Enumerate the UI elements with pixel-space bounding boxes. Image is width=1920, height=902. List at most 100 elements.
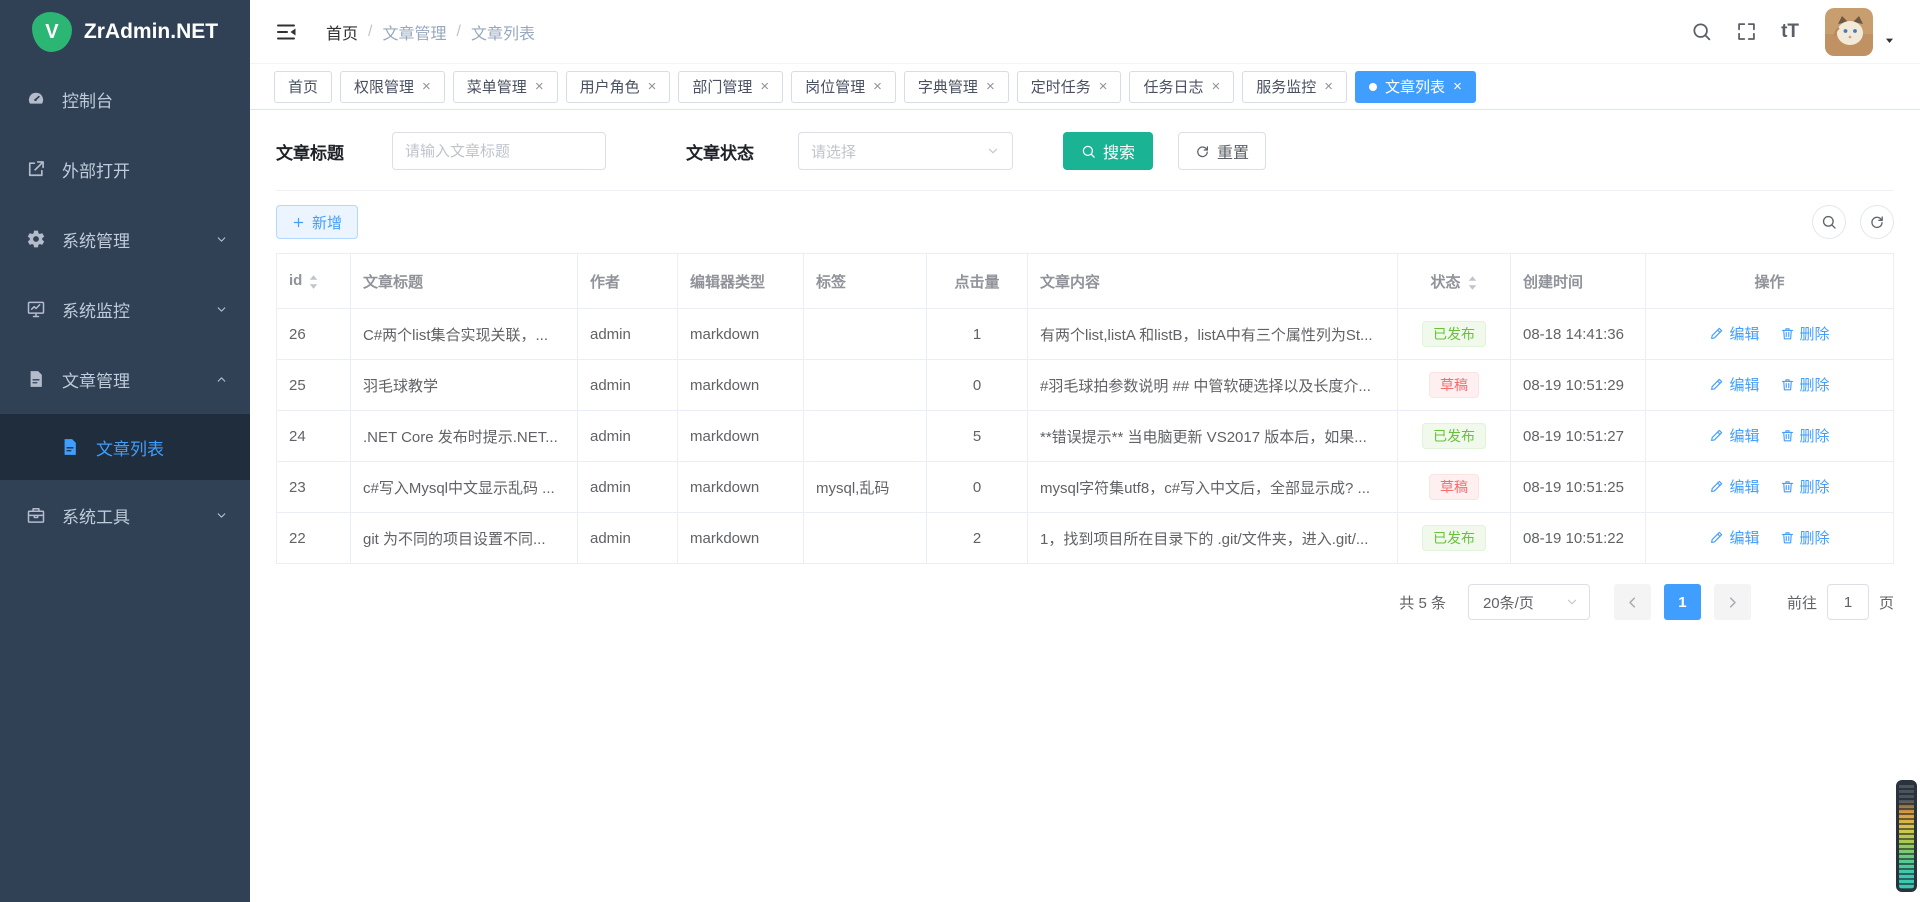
column-header: 标签 [804, 254, 927, 309]
cell-title: .NET Core 发布时提示.NET... [351, 411, 578, 462]
status-badge: 已发布 [1422, 423, 1486, 450]
tab-item[interactable]: 岗位管理× [791, 71, 896, 103]
tab-item[interactable]: 用户角色× [566, 71, 671, 103]
tab-item[interactable]: 首页 [274, 71, 332, 103]
close-icon[interactable]: × [760, 79, 769, 94]
close-icon[interactable]: × [648, 79, 657, 94]
toggle-search-button[interactable] [1812, 205, 1846, 239]
goto-page-suffix: 页 [1879, 592, 1894, 613]
user-menu-caret-icon[interactable] [1883, 34, 1896, 47]
external-link-icon [26, 159, 46, 179]
page-size-select[interactable]: 20条/页 [1468, 584, 1590, 620]
breadcrumb-separator: / [456, 23, 460, 41]
tab-item[interactable]: 定时任务× [1017, 71, 1122, 103]
sidebar-item-external-open[interactable]: 外部打开 [0, 134, 250, 204]
sort-caret-icon[interactable] [1467, 275, 1478, 291]
search-button-label: 搜索 [1103, 139, 1135, 163]
sidebar-item-console[interactable]: 控制台 [0, 64, 250, 134]
fullscreen-icon[interactable] [1736, 21, 1757, 42]
tab-item[interactable]: 文章列表× [1355, 71, 1476, 103]
edit-link[interactable]: 编辑 [1709, 374, 1759, 395]
close-icon[interactable]: × [535, 79, 544, 94]
delete-link[interactable]: 删除 [1780, 374, 1830, 395]
cell-tags: mysql,乱码 [804, 462, 927, 513]
close-icon[interactable]: × [1099, 79, 1108, 94]
sidebar-item-system-manage[interactable]: 系统管理 [0, 204, 250, 274]
app-layout: V ZrAdmin.NET 控制台外部打开系统管理系统监控文章管理文章列表系统工… [0, 0, 1920, 902]
chevron-right-icon [1725, 595, 1740, 610]
delete-link[interactable]: 删除 [1780, 527, 1830, 548]
prev-page-button[interactable] [1614, 584, 1651, 620]
tab-item[interactable]: 部门管理× [678, 71, 783, 103]
table-row: 22git 为不同的项目设置不同...adminmarkdown21，找到项目所… [277, 513, 1894, 564]
sidebar-menu: 控制台外部打开系统管理系统监控文章管理文章列表系统工具 [0, 64, 250, 550]
sidebar-item-label: 外部打开 [62, 157, 130, 182]
delete-link[interactable]: 删除 [1780, 323, 1830, 344]
column-header[interactable]: id [277, 254, 351, 309]
sidebar-item-label: 控制台 [62, 87, 113, 112]
edit-link[interactable]: 编辑 [1709, 527, 1759, 548]
cell-tags [804, 513, 927, 564]
cell-created: 08-18 14:41:36 [1511, 309, 1646, 360]
refresh-table-button[interactable] [1860, 205, 1894, 239]
next-page-button[interactable] [1714, 584, 1751, 620]
page-number-button[interactable]: 1 [1664, 584, 1701, 620]
plus-icon [292, 216, 305, 229]
column-header: 文章标题 [351, 254, 578, 309]
avatar[interactable] [1825, 8, 1873, 56]
tab-item[interactable]: 菜单管理× [453, 71, 558, 103]
delete-link[interactable]: 删除 [1780, 425, 1830, 446]
edit-link[interactable]: 编辑 [1709, 476, 1759, 497]
search-icon [1821, 214, 1837, 230]
delete-link[interactable]: 删除 [1780, 476, 1830, 497]
close-icon[interactable]: × [873, 79, 882, 94]
goto-page-input[interactable] [1827, 584, 1869, 620]
collapse-sidebar-icon[interactable] [274, 20, 298, 44]
page-size-value: 20条/页 [1483, 592, 1534, 613]
search-button[interactable]: 搜索 [1063, 132, 1153, 170]
document-icon [26, 369, 46, 389]
sidebar-item-article-list[interactable]: 文章列表 [0, 414, 250, 480]
sidebar-item-system-tools[interactable]: 系统工具 [0, 480, 250, 550]
breadcrumb: 首页/文章管理/文章列表 [326, 20, 535, 44]
tab-item[interactable]: 字典管理× [904, 71, 1009, 103]
header-actions: tT [1691, 8, 1896, 56]
tab-item[interactable]: 权限管理× [340, 71, 445, 103]
scroll-progress-widget[interactable] [1896, 780, 1917, 892]
edit-link[interactable]: 编辑 [1709, 425, 1759, 446]
tab-item[interactable]: 服务监控× [1242, 71, 1347, 103]
sidebar-item-label: 文章列表 [96, 435, 164, 460]
sidebar-item-system-monitor[interactable]: 系统监控 [0, 274, 250, 344]
cell-editor: markdown [678, 360, 804, 411]
tab-item[interactable]: 任务日志× [1129, 71, 1234, 103]
close-icon[interactable]: × [986, 79, 995, 94]
refresh-icon [1869, 214, 1885, 230]
sort-caret-icon[interactable] [308, 274, 319, 290]
article-status-select[interactable]: 请选择 [798, 132, 1013, 170]
cell-editor: markdown [678, 513, 804, 564]
edit-link[interactable]: 编辑 [1709, 323, 1759, 344]
column-header[interactable]: 状态 [1398, 254, 1511, 309]
search-icon[interactable] [1691, 21, 1712, 42]
font-size-icon[interactable]: tT [1781, 22, 1799, 41]
column-header: 编辑器类型 [678, 254, 804, 309]
chevron-down-icon [215, 303, 228, 316]
add-button[interactable]: 新增 [276, 205, 358, 239]
close-icon[interactable]: × [1212, 79, 1221, 94]
breadcrumb-item[interactable]: 首页 [326, 20, 358, 44]
column-header: 文章内容 [1028, 254, 1398, 309]
close-icon[interactable]: × [1453, 79, 1462, 94]
cell-created: 08-19 10:51:25 [1511, 462, 1646, 513]
close-icon[interactable]: × [1324, 79, 1333, 94]
tab-label: 首页 [288, 76, 318, 97]
cell-author: admin [578, 462, 678, 513]
article-title-input[interactable] [392, 132, 606, 170]
table-row: 24.NET Core 发布时提示.NET...adminmarkdown5**… [277, 411, 1894, 462]
sidebar-item-article-manage[interactable]: 文章管理 [0, 344, 250, 414]
column-header-label: 文章标题 [363, 274, 423, 291]
delete-link-label: 删除 [1800, 476, 1830, 497]
close-icon[interactable]: × [422, 79, 431, 94]
cell-title: git 为不同的项目设置不同... [351, 513, 578, 564]
add-button-label: 新增 [312, 212, 342, 233]
reset-button[interactable]: 重置 [1178, 132, 1266, 170]
